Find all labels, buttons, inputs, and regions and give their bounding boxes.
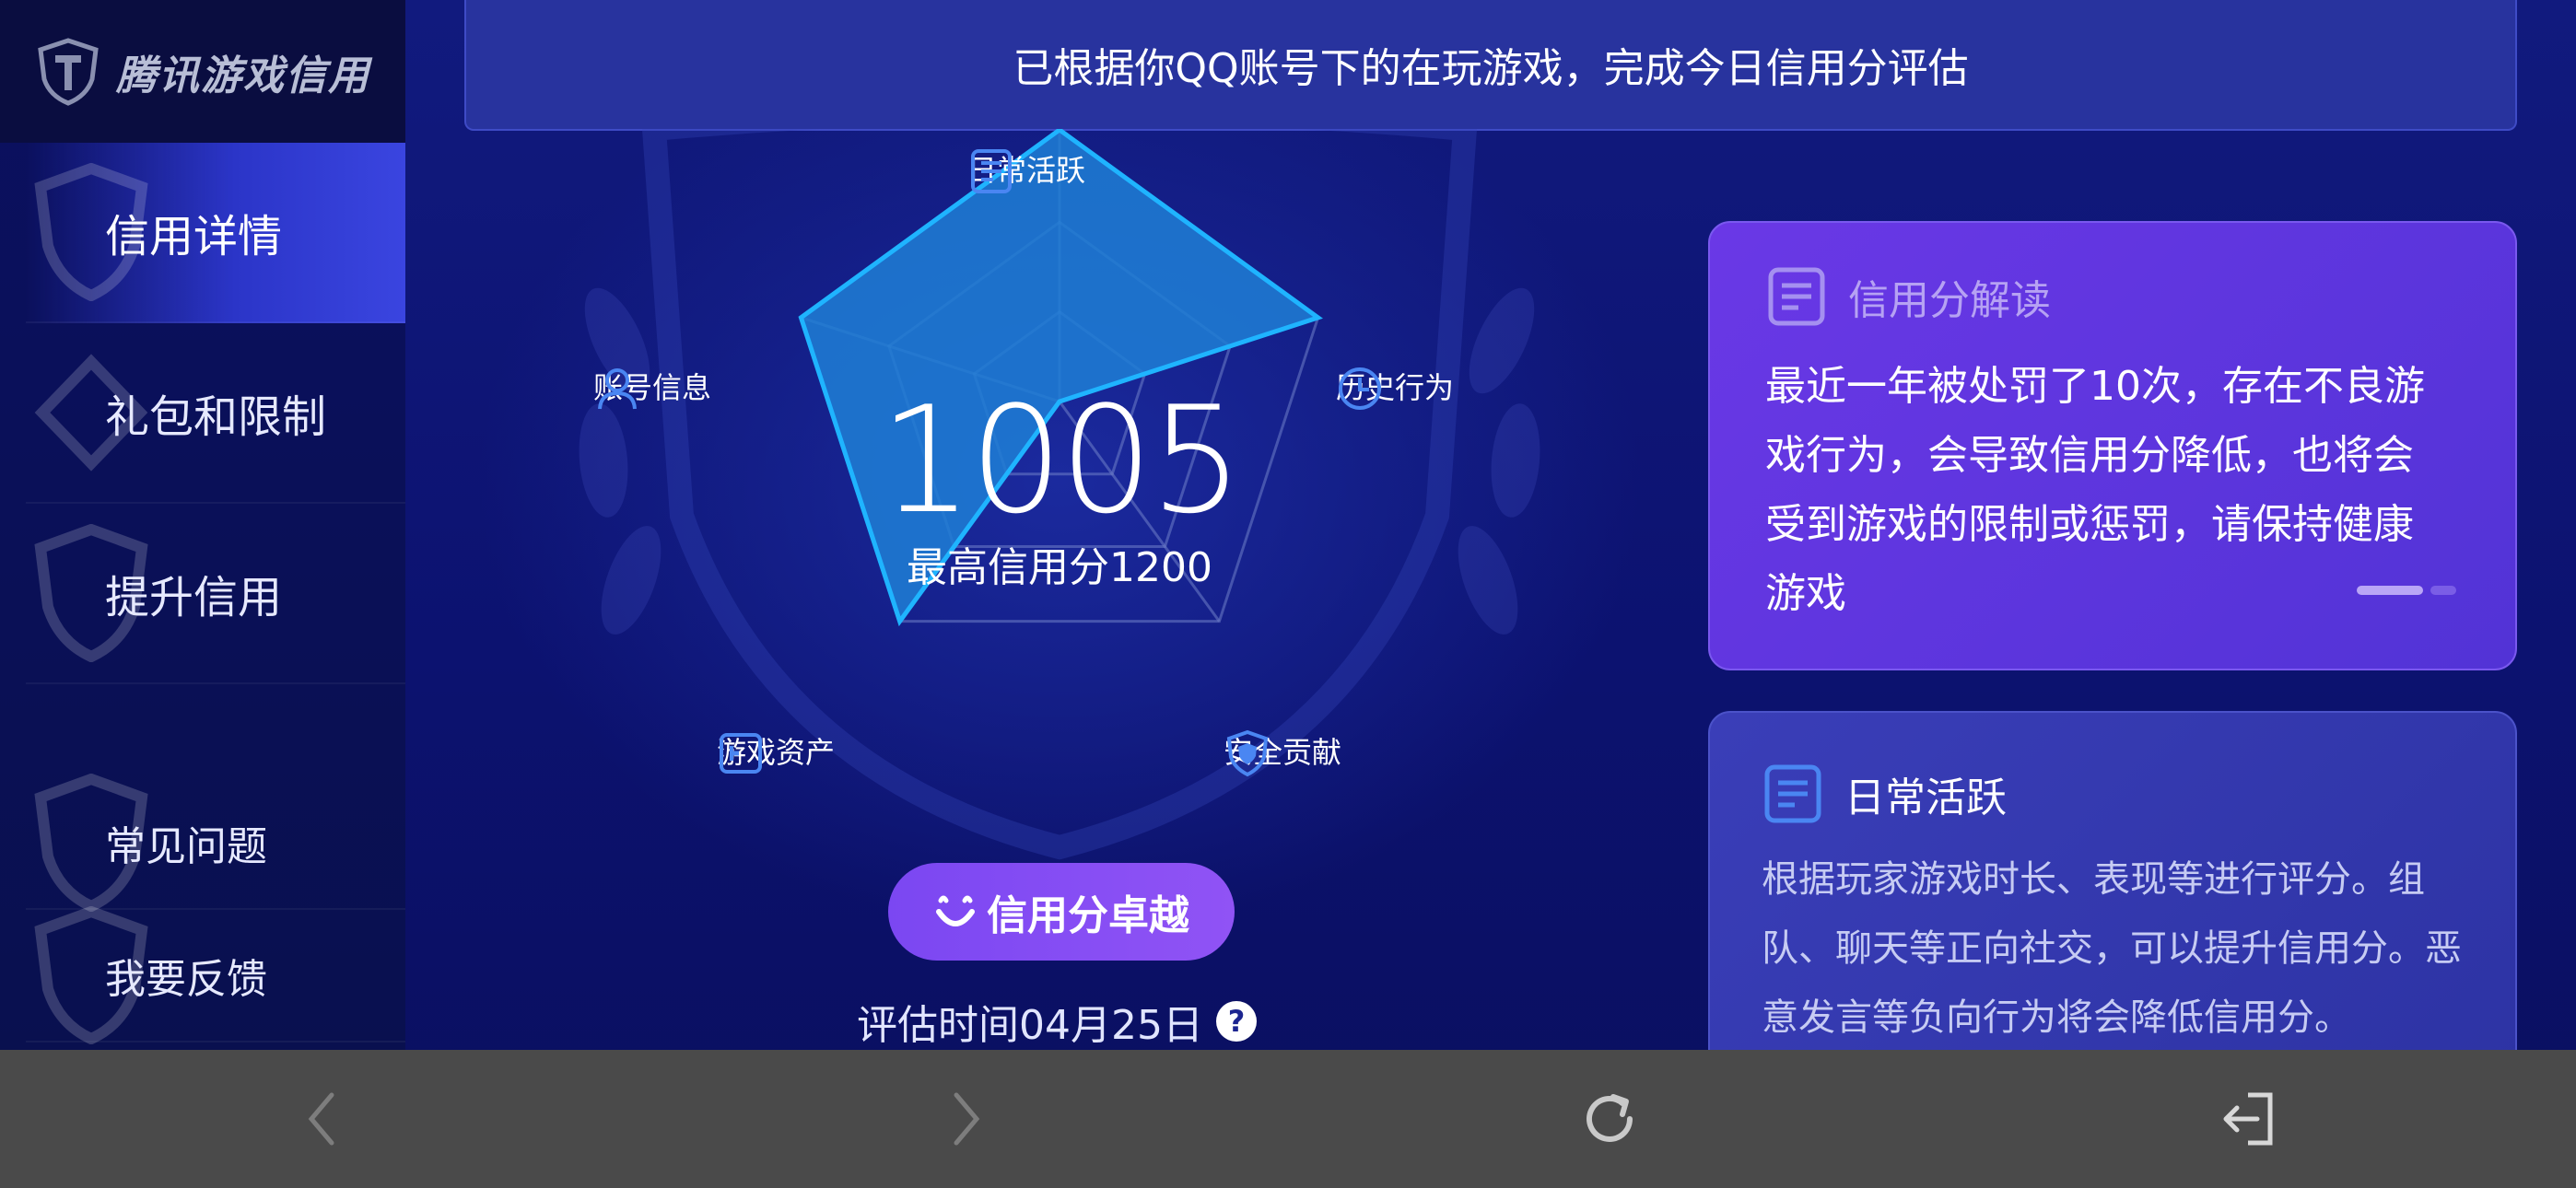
sidebar-item-faq[interactable]: 常见问题 xyxy=(26,774,405,912)
sidebar-item-label: 我要反馈 xyxy=(105,956,267,1003)
card-line: 队、聊天等正向社交，可以提升信用分。恶 xyxy=(1762,927,2462,970)
clock-icon xyxy=(1339,367,1381,410)
credit-interpretation-card: 信用分解读 最近一年被处罚了10次，存在不良游 戏行为，会导致信用分降低，也将会… xyxy=(1708,221,2517,670)
sidebar-item-improve-credit[interactable]: 提升信用 xyxy=(26,504,405,684)
card-title-text: 日常活跃 xyxy=(1844,775,2007,821)
wallet-icon xyxy=(720,733,762,774)
daily-active-card: 日常活跃 根据玩家游戏时长、表现等进行评分。组 队、聊天等正向社交，可以提升信用… xyxy=(1708,711,2517,1079)
card-title-text: 信用分解读 xyxy=(1848,277,2051,324)
axis-label-assets: 游戏资产 xyxy=(717,729,835,774)
card-line: 意发言等负向行为将会降低信用分。 xyxy=(1762,996,2351,1039)
refresh-button[interactable] xyxy=(1573,1082,1646,1156)
credit-level-badge[interactable]: 信用分卓越 xyxy=(888,863,1235,961)
card-pager[interactable] xyxy=(2357,586,2456,595)
sidebar-item-gifts-limits[interactable]: 礼包和限制 xyxy=(26,323,405,504)
back-button[interactable] xyxy=(286,1082,359,1156)
axis-label-history: 历史行为 xyxy=(1336,365,1454,410)
browser-bottom-bar xyxy=(0,1050,2576,1188)
sidebar-item-label: 提升信用 xyxy=(105,572,283,623)
pager-dot-1[interactable] xyxy=(2357,586,2423,595)
sidebar: 腾讯游戏信用 信用详情 礼包和限制 提升信用 常见问题 我要反馈 xyxy=(0,0,405,1050)
card-line: 根据玩家游戏时长、表现等进行评分。组 xyxy=(1762,858,2425,901)
sidebar-item-label: 常见问题 xyxy=(105,823,267,870)
sidebar-item-label: 礼包和限制 xyxy=(105,391,327,443)
user-icon xyxy=(598,368,637,410)
exit-button[interactable] xyxy=(2211,1082,2285,1156)
sidebar-item-feedback[interactable]: 我要反馈 xyxy=(26,906,405,1044)
sidebar-item-label: 信用详情 xyxy=(105,211,283,262)
evaluation-time-text: 评估时间04月25日 xyxy=(857,1002,1203,1049)
pager-dot-2[interactable] xyxy=(2430,586,2456,595)
level-badge-label: 信用分卓越 xyxy=(987,892,1189,939)
card-line: 戏行为，会导致信用分降低，也将会 xyxy=(1765,432,2414,479)
card-line: 受到游戏的限制或惩罚，请保持健康 xyxy=(1765,501,2414,548)
help-icon[interactable]: ? xyxy=(1215,1001,1257,1042)
max-score-text: 最高信用分1200 xyxy=(907,544,1212,591)
document-icon xyxy=(1768,267,1825,326)
axis-label-safety: 安全贡献 xyxy=(1224,729,1341,777)
evaluation-time: 评估时间04月25日 ? xyxy=(857,992,1257,1051)
credit-score: 1005 xyxy=(879,374,1243,546)
exit-icon xyxy=(2223,1092,2273,1146)
card-title: 日常活跃 xyxy=(1762,763,2488,825)
axis-label-account: 账号信息 xyxy=(593,365,711,410)
card-line: 最近一年被处罚了10次，存在不良游 xyxy=(1765,363,2425,410)
shield-icon xyxy=(1226,729,1269,777)
banner-text: 已根据你QQ账号下的在玩游戏，完成今日信用分评估 xyxy=(1013,45,1969,92)
credit-page: 腾讯游戏信用 信用详情 礼包和限制 提升信用 常见问题 我要反馈 已根据你QQ账… xyxy=(0,0,2576,1188)
back-icon xyxy=(308,1092,334,1146)
credit-radar-chart: 1005 最高信用分1200 日常活跃 历史行为 安全贡献 游戏资产 账号信息 xyxy=(516,129,1603,903)
forward-button[interactable] xyxy=(929,1082,1002,1156)
forward-icon xyxy=(954,1092,980,1146)
card-title: 信用分解读 xyxy=(1765,265,2464,328)
shield-logo-icon xyxy=(38,37,99,106)
smile-icon xyxy=(936,895,975,926)
axis-label-daily-active: 日常活跃 xyxy=(967,147,1085,193)
document-icon xyxy=(971,149,1012,193)
refresh-icon xyxy=(1587,1094,1633,1142)
document-icon xyxy=(1764,764,1821,823)
evaluation-banner: 已根据你QQ账号下的在玩游戏，完成今日信用分评估 xyxy=(464,0,2517,131)
brand-name: 腾讯游戏信用 xyxy=(116,52,370,99)
brand-header: 腾讯游戏信用 xyxy=(0,0,405,143)
card-body: 根据玩家游戏时长、表现等进行评分。组 队、聊天等正向社交，可以提升信用分。恶 意… xyxy=(1762,845,2488,1053)
sidebar-item-credit-details[interactable]: 信用详情 xyxy=(26,143,405,323)
